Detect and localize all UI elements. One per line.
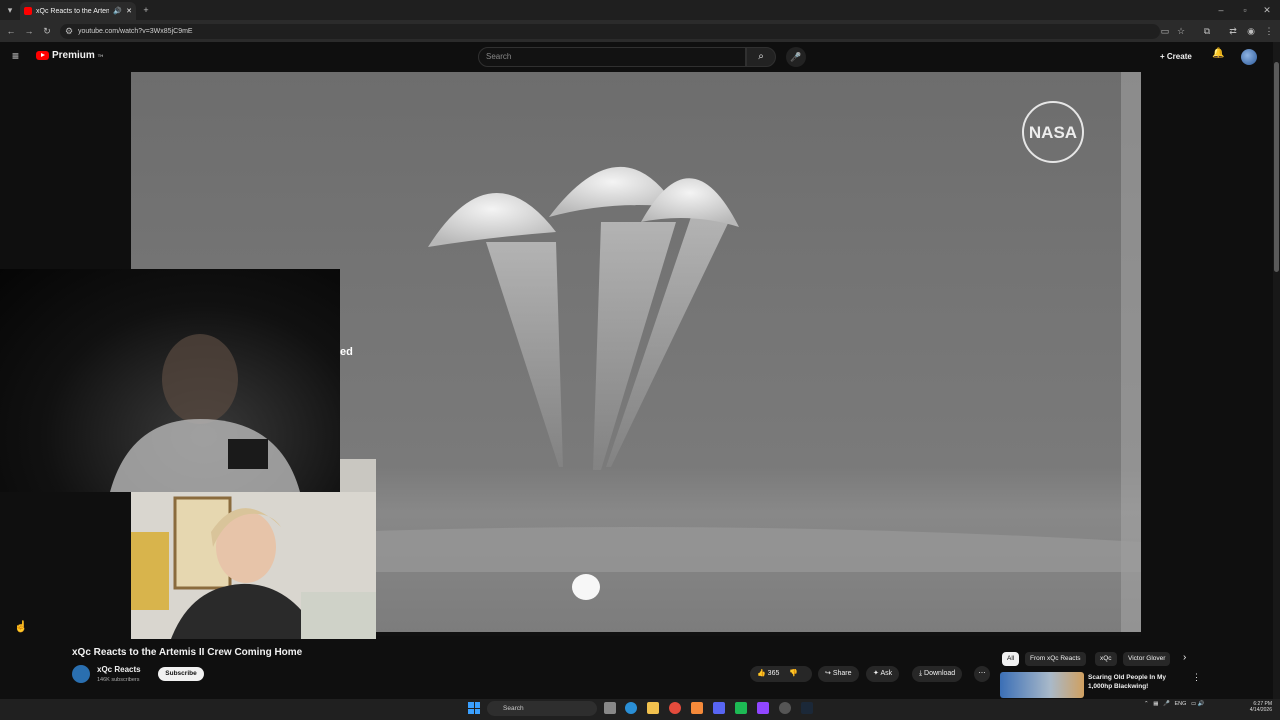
chip-from-channel[interactable]: From xQc Reacts xyxy=(1025,652,1086,666)
channel-avatar[interactable] xyxy=(72,665,90,683)
search-input[interactable]: Search xyxy=(478,47,746,67)
share-label: Share xyxy=(832,670,852,677)
task-view-icon[interactable] xyxy=(604,702,616,714)
chrome-icon[interactable] xyxy=(669,702,681,714)
back-icon[interactable]: ← xyxy=(4,24,18,38)
profile-icon[interactable]: ◉ xyxy=(1244,24,1258,38)
tab-close-icon[interactable]: ✕ xyxy=(126,7,132,15)
scrollbar-thumb[interactable] xyxy=(1274,62,1279,272)
thumbs-down-icon: 👎 xyxy=(789,670,799,677)
minimize-icon[interactable]: – xyxy=(1214,3,1228,17)
file-explorer-icon[interactable] xyxy=(647,702,659,714)
mic-icon: 🎤 xyxy=(790,52,802,62)
maximize-icon[interactable]: ▫ xyxy=(1238,3,1252,17)
search-button[interactable]: ⌕ xyxy=(746,47,776,67)
taskbar-clock[interactable]: 6:27 PM 4/14/2026 xyxy=(1240,701,1272,713)
site-info-icon[interactable]: ⚙ xyxy=(62,24,76,38)
subscribe-button[interactable]: Subscribe xyxy=(158,667,204,681)
twitch-icon[interactable] xyxy=(757,702,769,714)
audio-playing-icon[interactable]: 🔊 xyxy=(113,7,122,15)
thumbs-up-icon: 👍 xyxy=(757,670,768,677)
video-title: xQc Reacts to the Artemis II Crew Coming… xyxy=(72,647,303,658)
new-tab-icon[interactable]: + xyxy=(139,3,153,17)
tab-menu-icon[interactable]: ▾ xyxy=(3,3,17,17)
plus-icon: + xyxy=(1160,52,1167,61)
webcam-overlay-1 xyxy=(0,269,340,492)
like-button[interactable]: 👍 365 xyxy=(757,670,779,677)
windows-taskbar xyxy=(0,699,1280,720)
recommendation-menu-icon[interactable]: ⋮ xyxy=(1192,672,1201,683)
extensions-icon[interactable]: ⧉ xyxy=(1200,24,1214,38)
language-indicator[interactable]: ENG xyxy=(1174,701,1186,707)
more-actions-button[interactable]: ⋯ xyxy=(974,666,990,682)
create-button[interactable]: + Create xyxy=(1160,48,1202,66)
download-button[interactable]: ⤓ Download xyxy=(912,666,963,682)
taskbar-search[interactable]: Search xyxy=(487,701,597,716)
nasa-watermark: NASA xyxy=(1029,123,1077,142)
hamburger-menu-icon[interactable]: ≡ xyxy=(12,49,19,63)
recommendation-thumbnail[interactable] xyxy=(1000,672,1084,698)
share-icon: ↪ xyxy=(825,670,833,677)
like-dislike-group: 👍 365 👎 xyxy=(750,666,812,682)
chip-victor-glover[interactable]: Victor Glover xyxy=(1123,652,1171,666)
capsule xyxy=(572,574,600,600)
share-button[interactable]: ↪ Share xyxy=(818,666,859,682)
bookmark-star-icon[interactable]: ☆ xyxy=(1174,24,1188,38)
reload-icon[interactable]: ↻ xyxy=(40,24,54,38)
display-icon[interactable]: ▭ xyxy=(1191,701,1196,707)
ask-button[interactable]: ✦ Ask xyxy=(866,666,900,682)
discord-icon[interactable] xyxy=(713,702,725,714)
app-icon[interactable] xyxy=(691,702,703,714)
clock-date: 4/14/2026 xyxy=(1249,707,1272,713)
video-overlay-text: ed xyxy=(340,346,353,358)
browser-tab[interactable]: xQc Reacts to the Artemis II C 🔊 ✕ xyxy=(20,2,136,20)
tray-overflow-icon[interactable]: ⌃ xyxy=(1144,701,1149,707)
voice-search-button[interactable]: 🎤 xyxy=(786,47,806,67)
youtube-play-logo-icon xyxy=(36,51,49,60)
extension-icon[interactable]: ⇄ xyxy=(1226,24,1240,38)
tab-title: xQc Reacts to the Artemis II C xyxy=(36,7,110,15)
mic-tray-icon[interactable]: 🎤 xyxy=(1163,701,1170,707)
steam-icon[interactable] xyxy=(801,702,813,714)
browser-menu-icon[interactable]: ⋮ xyxy=(1262,24,1276,38)
forward-icon[interactable]: → xyxy=(22,24,36,38)
create-label: Create xyxy=(1166,52,1192,61)
address-bar[interactable]: youtube.com/watch?v=3Wx85jC9mE xyxy=(60,24,1160,39)
notifications-bell-icon[interactable]: 🔔 xyxy=(1212,48,1224,59)
windows-start-icon[interactable] xyxy=(468,702,480,714)
parachute xyxy=(428,192,556,247)
subscriber-count: 146K subscribers xyxy=(97,677,140,683)
webcam-overlay-2-edge xyxy=(340,459,376,492)
channel-name[interactable]: xQc Reacts xyxy=(97,665,141,674)
system-tray: ⌃ ▦ 🎤 ENG ▭ 🔊 xyxy=(1144,701,1205,707)
edge-icon[interactable] xyxy=(625,702,637,714)
cast-icon[interactable]: ▭ xyxy=(1158,24,1172,38)
app-icon[interactable] xyxy=(735,702,747,714)
hand-cursor-icon: ☝ xyxy=(14,621,28,633)
window-close-icon[interactable]: ✕ xyxy=(1260,3,1274,17)
youtube-logo[interactable]: Premium TH xyxy=(36,50,103,61)
webcam-overlay-2 xyxy=(131,492,376,639)
volume-icon[interactable]: 🔊 xyxy=(1198,701,1205,707)
ask-label: Ask xyxy=(880,670,893,677)
recommendation-title[interactable]: Scaring Old People In My 1,000hp Blackwi… xyxy=(1088,673,1178,691)
logo-text: Premium xyxy=(52,50,95,61)
search-icon: ⌕ xyxy=(758,51,764,62)
browser-tab-strip xyxy=(0,0,1280,20)
network-icon[interactable]: ▦ xyxy=(1153,701,1158,707)
logo-country: TH xyxy=(97,53,104,58)
chevron-right-icon[interactable]: › xyxy=(1183,652,1186,663)
like-count: 365 xyxy=(767,670,780,677)
dislike-button[interactable]: 👎 xyxy=(789,670,798,677)
more-icon: ⋯ xyxy=(978,670,986,677)
account-avatar[interactable] xyxy=(1241,49,1257,65)
chip-xqc[interactable]: xQc xyxy=(1095,652,1117,666)
download-label: Download xyxy=(924,670,956,677)
chip-all[interactable]: All xyxy=(1002,652,1020,666)
app-icon[interactable] xyxy=(779,702,791,714)
youtube-favicon-icon xyxy=(24,7,32,15)
